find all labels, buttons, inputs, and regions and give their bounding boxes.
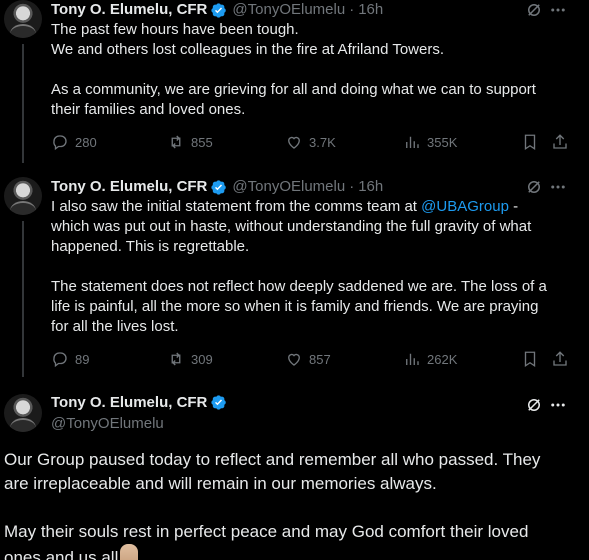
tweet-2[interactable]: Tony O. Elumelu, CFR @TonyOElumelu · 16h… [0, 177, 589, 377]
verified-badge-icon [211, 2, 227, 18]
folded-hands-emoji-icon [120, 544, 139, 560]
action-bar: 280 855 3.7K 355K [51, 133, 573, 153]
like-button[interactable]: 857 [285, 350, 331, 368]
reply-icon [53, 135, 67, 151]
view-count: 262K [427, 351, 458, 367]
views-button[interactable]: 262K [403, 350, 457, 368]
reply-icon [53, 352, 67, 368]
views-icon [406, 136, 419, 148]
verified-badge-icon [211, 395, 227, 410]
share-icon[interactable] [551, 350, 569, 368]
avatar[interactable] [4, 177, 42, 215]
views-icon [406, 353, 419, 365]
author-handle[interactable]: @TonyOElumelu [232, 177, 345, 197]
separator-dot: · [349, 178, 355, 195]
tweet-line: The statement does not reflect how deepl… [51, 278, 547, 295]
share-icon[interactable] [551, 133, 569, 151]
author-name[interactable]: Tony O. Elumelu, CFR [51, 394, 207, 411]
tweet-line: We and others lost colleagues in the fir… [51, 41, 444, 58]
tweet-line: their families and loved ones. [51, 101, 246, 118]
bookmark-icon[interactable] [521, 133, 539, 151]
author-name[interactable]: Tony O. Elumelu, CFR [51, 177, 207, 197]
tweet-text: The past few hours have been tough. We a… [51, 20, 573, 120]
reply-button[interactable]: 89 [51, 350, 89, 368]
bookmark-icon[interactable] [521, 350, 539, 368]
tweet-line: Our Group paused today to reflect and re… [4, 450, 541, 469]
like-count: 857 [309, 351, 331, 367]
tweet-header: Tony O. Elumelu, CFR @TonyOElumelu · 16h [51, 177, 383, 197]
repost-count: 855 [191, 134, 213, 150]
reply-count: 89 [75, 351, 90, 367]
tweet-line: life is painful, all the more so when it… [51, 298, 539, 315]
timestamp[interactable]: 16h [358, 177, 383, 197]
tweet-line: are irreplaceable and will remain in our… [4, 474, 437, 493]
reply-button[interactable]: 280 [51, 133, 97, 151]
heart-icon [288, 136, 300, 149]
more-options-icon[interactable] [549, 178, 567, 196]
verified-badge-icon [211, 179, 227, 195]
separator-dot: · [349, 1, 355, 18]
grok-icon[interactable] [525, 1, 543, 19]
tweet-line: The past few hours have been tough. [51, 21, 299, 38]
repost-icon [171, 135, 181, 149]
tweet-text: I also saw the initial statement from th… [51, 197, 573, 337]
more-options-icon[interactable] [549, 1, 567, 19]
tweet-header: Tony O. Elumelu, CFR @TonyOElumelu · 16h [51, 0, 383, 20]
tweet-line: for all the lives lost. [51, 318, 179, 335]
repost-icon [171, 352, 181, 366]
repost-count: 309 [191, 351, 213, 367]
reply-count: 280 [75, 134, 97, 150]
tweet-line: which was put out in haste, without unde… [51, 218, 532, 235]
view-count: 355K [427, 134, 458, 150]
like-button[interactable]: 3.7K [285, 133, 336, 151]
main-tweet[interactable]: Tony O. Elumelu, CFR @TonyOElumelu Our G… [0, 394, 589, 560]
tweet-header: Tony O. Elumelu, CFR [51, 394, 232, 411]
author-name[interactable]: Tony O. Elumelu, CFR [51, 0, 207, 20]
tweet-text: Our Group paused today to reflect and re… [4, 448, 573, 560]
author-handle[interactable]: @TonyOElumelu [51, 415, 164, 432]
tweet-line: May their souls rest in perfect peace an… [4, 522, 529, 541]
tweet-line: I also saw the initial statement from th… [51, 198, 519, 215]
action-bar: 89 309 857 262K [51, 350, 573, 370]
heart-icon [288, 353, 300, 366]
grok-icon[interactable] [525, 178, 543, 196]
like-count: 3.7K [309, 134, 336, 150]
thread-line [22, 221, 24, 377]
avatar[interactable] [4, 394, 42, 432]
grok-icon[interactable] [525, 396, 543, 414]
more-options-icon[interactable] [549, 396, 567, 414]
views-button[interactable]: 355K [403, 133, 457, 151]
author-handle[interactable]: @TonyOElumelu [232, 0, 345, 20]
tweet-line: ones and us all [4, 544, 573, 560]
avatar[interactable] [4, 0, 42, 38]
repost-button[interactable]: 855 [167, 133, 213, 151]
mention-link[interactable]: @UBAGroup [421, 198, 509, 215]
thread-line [22, 44, 24, 163]
tweet-1[interactable]: Tony O. Elumelu, CFR @TonyOElumelu · 16h… [0, 0, 589, 163]
tweet-line: happened. This is regrettable. [51, 238, 250, 255]
timestamp[interactable]: 16h [358, 0, 383, 20]
repost-button[interactable]: 309 [167, 350, 213, 368]
tweet-line: As a community, we are grieving for all … [51, 81, 536, 98]
